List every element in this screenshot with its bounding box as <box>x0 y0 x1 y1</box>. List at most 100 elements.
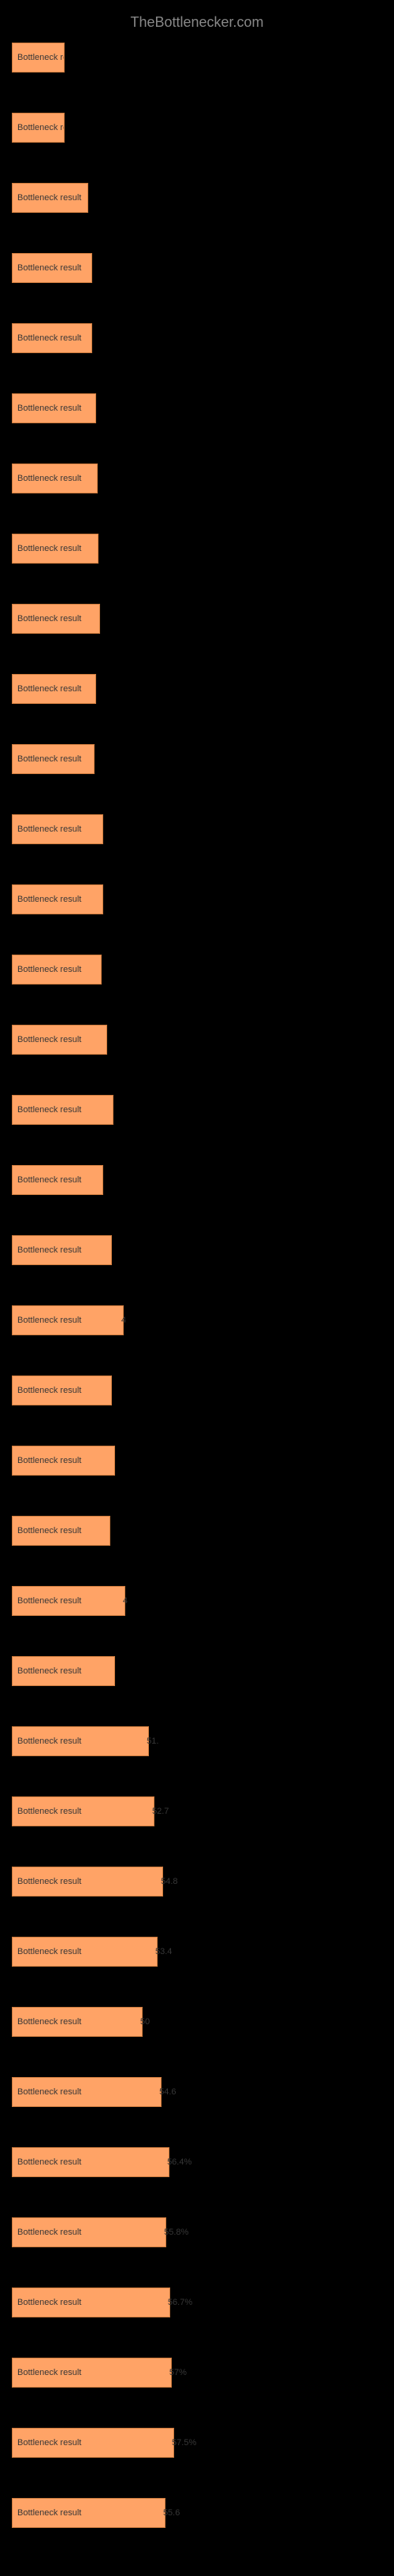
bar: Bottleneck result <box>12 323 92 353</box>
bar-row: Bottleneck result <box>12 323 382 353</box>
value-label: 55.6 <box>163 2508 180 2518</box>
bar-row: Bottleneck result <box>12 814 382 844</box>
bar-label: Bottleneck result <box>17 1035 81 1044</box>
value-label: 4 <box>123 1596 128 1606</box>
bar-label: Bottleneck result <box>17 1105 81 1115</box>
bar-label: Bottleneck result <box>17 1245 81 1255</box>
bar-row: Bottleneck result 4 <box>12 1305 382 1335</box>
bar: Bottleneck result <box>12 1305 124 1335</box>
bar-row: Bottleneck result <box>12 1375 382 1405</box>
bar-row: Bottleneck result <box>12 884 382 914</box>
bar: Bottleneck result <box>12 1446 115 1476</box>
bar-label: Bottleneck result <box>17 1877 81 1886</box>
bar-label: Bottleneck result <box>17 754 81 764</box>
bar: Bottleneck result <box>12 1235 112 1265</box>
bar: Bottleneck result <box>12 1586 125 1616</box>
value-label: 56.4% <box>167 2157 191 2167</box>
bar: Bottleneck result <box>12 1796 154 1826</box>
bar: Bottleneck result <box>12 1867 163 1897</box>
value-label: 4 <box>121 1316 126 1325</box>
bar-label: Bottleneck result <box>17 2228 81 2237</box>
bar-row: Bottleneck result <box>12 1656 382 1686</box>
bar-label: Bottleneck result <box>17 1386 81 1395</box>
bar-row: Bottleneck result <box>12 674 382 704</box>
bar-label: Bottleneck result <box>17 1456 81 1465</box>
bar: Bottleneck result <box>12 2428 174 2458</box>
bar: Bottleneck result <box>12 393 96 423</box>
bar: Bottleneck result <box>12 2358 172 2388</box>
bar-label: Bottleneck result <box>17 1316 81 1325</box>
bar-row: Bottleneck result 55.6 <box>12 2498 382 2528</box>
value-label: 52.7 <box>152 1807 169 1816</box>
bar-label: Bottleneck result <box>17 2017 81 2027</box>
bar-row: Bottleneck result <box>12 1165 382 1195</box>
bar-label: Bottleneck result <box>17 2438 81 2448</box>
bar-label: Bottleneck result <box>17 404 81 413</box>
bar: Bottleneck result <box>12 1726 149 1756</box>
bar: Bottleneck result <box>12 1375 112 1405</box>
bar-label: Bottleneck result <box>17 263 81 273</box>
bar-row: Bottleneck result <box>12 955 382 985</box>
bar-chart: Bottleneck resultBottleneck resultBottle… <box>0 43 394 2528</box>
bar-label: Bottleneck result <box>17 1175 81 1185</box>
bar-row: Bottleneck result <box>12 604 382 634</box>
value-label: 51. <box>147 1737 158 1746</box>
bar: Bottleneck result <box>12 1656 115 1686</box>
value-label: 54.6 <box>159 2087 176 2097</box>
bar-label: Bottleneck result <box>17 193 81 203</box>
bar-row: Bottleneck result <box>12 534 382 564</box>
bar: Bottleneck result <box>12 2077 162 2107</box>
bar-row: Bottleneck result <box>12 1446 382 1476</box>
value-label: 56.7% <box>168 2298 192 2307</box>
bar: Bottleneck result <box>12 2217 166 2247</box>
bar-row: Bottleneck result <box>12 393 382 423</box>
bar-row: Bottleneck result 51. <box>12 1726 382 1756</box>
bar-row: Bottleneck result57.5% <box>12 2428 382 2458</box>
bar-row: Bottleneck result <box>12 744 382 774</box>
bar-label: Bottleneck result <box>17 895 81 904</box>
page-title: TheBottlenecker.com <box>0 8 394 43</box>
bar: Bottleneck result <box>12 955 102 985</box>
bar-row: Bottleneck result <box>12 183 382 213</box>
bar: Bottleneck result <box>12 744 95 774</box>
bar-row: Bottleneck result <box>12 463 382 493</box>
bar: Bottleneck result <box>12 2147 169 2177</box>
bar-label: Bottleneck result <box>17 2368 81 2377</box>
bar: Bottleneck result <box>12 1516 110 1546</box>
bar-row: Bottleneck result <box>12 253 382 283</box>
bar: Bottleneck result <box>12 113 65 143</box>
bar-row: Bottleneck result56.7% <box>12 2288 382 2317</box>
bar-label: Bottleneck result <box>17 684 81 694</box>
bar-label: Bottleneck result <box>17 1947 81 1956</box>
bar-label: Bottleneck result <box>17 544 81 553</box>
bar-label: Bottleneck result <box>17 2157 81 2167</box>
value-label: 53.4 <box>155 1947 172 1956</box>
bar-label: Bottleneck result <box>17 474 81 483</box>
bar-row: Bottleneck result <box>12 1516 382 1546</box>
bar-row: Bottleneck result 56.4% <box>12 2147 382 2177</box>
bar-row: Bottleneck result54.6 <box>12 2077 382 2107</box>
bar-label: Bottleneck result <box>17 825 81 834</box>
bar-row: Bottleneck result 53.4 <box>12 1937 382 1967</box>
bar: Bottleneck result <box>12 2498 165 2528</box>
bar-label: Bottleneck result <box>17 1737 81 1746</box>
bar-row: Bottleneck result <box>12 113 382 143</box>
bar: Bottleneck result <box>12 463 98 493</box>
bar-label: Bottleneck result <box>17 53 65 62</box>
bar-row: Bottleneck result 55.8% <box>12 2217 382 2247</box>
bar: Bottleneck result <box>12 674 96 704</box>
bar-row: Bottleneck result52.7 <box>12 1796 382 1826</box>
value-label: 55.8% <box>164 2228 188 2237</box>
bar-label: Bottleneck result <box>17 1666 81 1676</box>
bar-row: Bottleneck result <box>12 1025 382 1055</box>
bar-label: Bottleneck result <box>17 965 81 974</box>
value-label: 57% <box>169 2368 187 2377</box>
bar: Bottleneck result <box>12 1165 103 1195</box>
bar-label: Bottleneck result <box>17 2508 81 2518</box>
bar: Bottleneck result <box>12 534 98 564</box>
bar-label: Bottleneck result <box>17 123 65 132</box>
bar: Bottleneck result <box>12 1095 113 1125</box>
value-label: 54.8 <box>161 1877 177 1886</box>
bar: Bottleneck result <box>12 2288 170 2317</box>
bar: Bottleneck result <box>12 43 65 73</box>
